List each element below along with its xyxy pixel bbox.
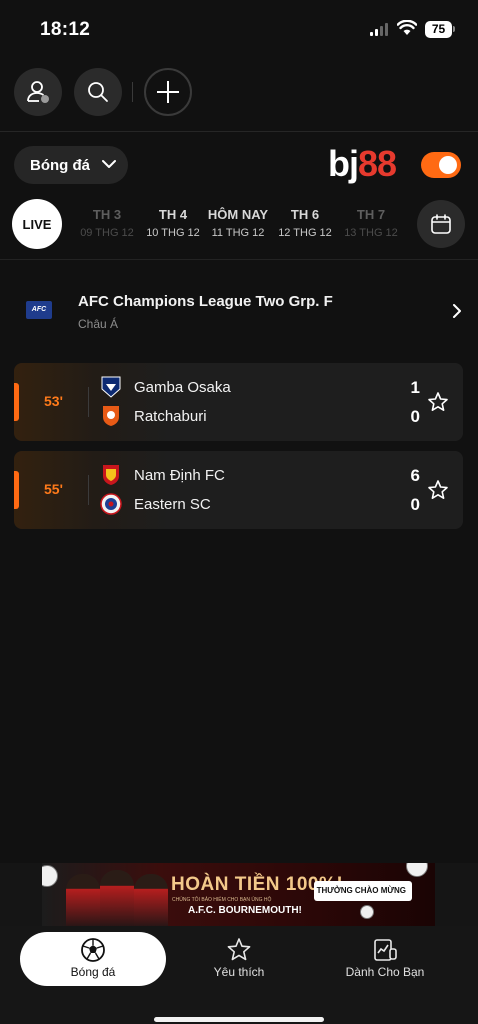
brand-toggle[interactable]	[421, 152, 461, 178]
welcome-bonus-badge: THƯỞNG CHÀO MỪNG	[314, 881, 412, 901]
tab-favorites[interactable]: Yêu thích	[166, 932, 312, 986]
home-team-score: 1	[410, 378, 420, 397]
toolbar-divider	[132, 82, 133, 102]
personalized-icon	[374, 939, 397, 961]
date-tab-day: TH 4	[158, 207, 188, 222]
home-team-score: 6	[410, 466, 420, 485]
soccer-ball-icon	[360, 905, 374, 919]
date-tab-day: TH 6	[290, 207, 320, 222]
status-time: 18:12	[40, 19, 91, 40]
plus-icon	[157, 81, 179, 103]
date-tab-date: 13 THG 12	[344, 227, 398, 239]
away-team-name: Ratchaburi	[134, 408, 207, 425]
chevron-right-icon	[453, 304, 461, 318]
away-team-score: 0	[410, 407, 420, 426]
favorite-star-icon[interactable]	[427, 479, 449, 501]
date-tab-date: 11 THG 12	[211, 227, 265, 239]
date-tab-day: TH 3	[92, 207, 122, 222]
away-team-score: 0	[410, 495, 420, 514]
search-button[interactable]	[74, 68, 122, 116]
date-tab-0[interactable]: TH 3 09 THG 12	[74, 207, 140, 239]
player-figure	[66, 874, 100, 926]
favorite-star-icon[interactable]	[427, 391, 449, 413]
league-name: AFC Champions League Two Grp. F	[78, 293, 333, 310]
home-team-name: Gamba Osaka	[134, 379, 231, 396]
top-bar	[0, 66, 478, 118]
calendar-icon	[431, 214, 451, 234]
player-figure	[134, 874, 168, 926]
card-divider	[88, 387, 89, 417]
tab-label: Bóng đá	[70, 965, 116, 979]
date-tab-day: TH 7	[356, 207, 386, 222]
bottom-tab-bar: Bóng đá Yêu thích Dành Cho Bạn	[0, 926, 478, 1024]
promo-banner-image[interactable]: HOÀN TIỀN 100%! CHÚNG TÔI BẢO HIỂM CHO B…	[42, 863, 435, 926]
battery-tip	[453, 26, 455, 32]
live-indicator	[14, 383, 19, 421]
brand-logo-number: 88	[358, 143, 397, 184]
away-team-row: Ratchaburi 0	[100, 405, 420, 431]
brand-logo-part: bj	[328, 143, 359, 184]
profile-button[interactable]	[14, 68, 62, 116]
user-icon	[27, 81, 49, 103]
home-team-row: Nam Định FC 6	[100, 464, 420, 490]
add-button[interactable]	[144, 68, 192, 116]
match-card[interactable]: 55' Nam Định FC 6 Eastern SC 0	[14, 451, 463, 529]
search-icon	[88, 82, 108, 102]
tab-football[interactable]: Bóng đá	[20, 932, 166, 986]
player-figure	[100, 870, 134, 926]
sport-dropdown-label: Bóng đá	[30, 156, 90, 174]
date-tab-date: 10 THG 12	[146, 227, 200, 239]
sport-dropdown[interactable]: Bóng đá	[14, 146, 128, 184]
gamba-osaka-crest-icon	[101, 376, 121, 398]
calendar-button[interactable]	[417, 200, 465, 248]
match-minute: 55'	[44, 481, 63, 497]
league-region: Châu Á	[78, 317, 119, 331]
ratchaburi-crest-icon	[103, 406, 119, 426]
banner-club: A.F.C. BOURNEMOUTH!	[188, 905, 302, 916]
home-indicator[interactable]	[154, 1017, 324, 1022]
home-team-name: Nam Định FC	[134, 467, 225, 484]
tab-label: Dành Cho Bạn	[345, 965, 425, 979]
promo-banner[interactable]: HOÀN TIỀN 100%! CHÚNG TÔI BẢO HIỂM CHO B…	[0, 863, 478, 926]
match-card[interactable]: 53' Gamba Osaka 1 Ratchaburi 0	[14, 363, 463, 441]
star-icon	[227, 938, 251, 961]
date-tab-4[interactable]: TH 7 13 THG 12	[338, 207, 404, 239]
date-tab-date: 12 THG 12	[278, 227, 332, 239]
eastern-sc-crest-icon	[100, 493, 122, 515]
card-divider	[88, 475, 89, 505]
soccer-ball-icon	[42, 865, 58, 887]
soccer-ball-icon	[406, 863, 428, 877]
date-tab-3[interactable]: TH 6 12 THG 12	[272, 207, 338, 239]
chevron-down-icon	[102, 160, 116, 168]
away-team-name: Eastern SC	[134, 496, 211, 513]
date-tab-date: 09 THG 12	[80, 227, 134, 239]
live-indicator	[14, 471, 19, 509]
brand-logo: bj88	[328, 143, 397, 185]
status-bar: 18:12 75	[0, 0, 478, 60]
soccer-ball-icon	[81, 938, 105, 962]
nam-dinh-crest-icon	[103, 465, 119, 485]
home-team-row: Gamba Osaka 1	[100, 376, 420, 402]
away-team-row: Eastern SC 0	[100, 493, 420, 519]
league-logo: AFC	[26, 301, 52, 319]
date-tab-today[interactable]: HÔM NAY 11 THG 12	[205, 207, 271, 239]
tab-label: Yêu thích	[213, 965, 265, 979]
signal-icon	[370, 23, 388, 36]
banner-subtitle: CHÚNG TÔI BẢO HIỂM CHO BẠN ỦNG HỘ	[172, 897, 272, 903]
header-divider	[0, 131, 478, 132]
date-tab-1[interactable]: TH 4 10 THG 12	[140, 207, 206, 239]
league-header[interactable]: AFC AFC Champions League Two Grp. F Châu…	[0, 280, 478, 340]
tab-for-you[interactable]: Dành Cho Bạn	[312, 932, 458, 986]
date-tab-day: HÔM NAY	[207, 207, 269, 222]
battery-indicator: 75	[425, 21, 452, 38]
wifi-icon	[397, 20, 417, 35]
match-minute: 53'	[44, 393, 63, 409]
date-nav-divider	[0, 259, 478, 260]
live-button[interactable]: LIVE	[12, 199, 62, 249]
